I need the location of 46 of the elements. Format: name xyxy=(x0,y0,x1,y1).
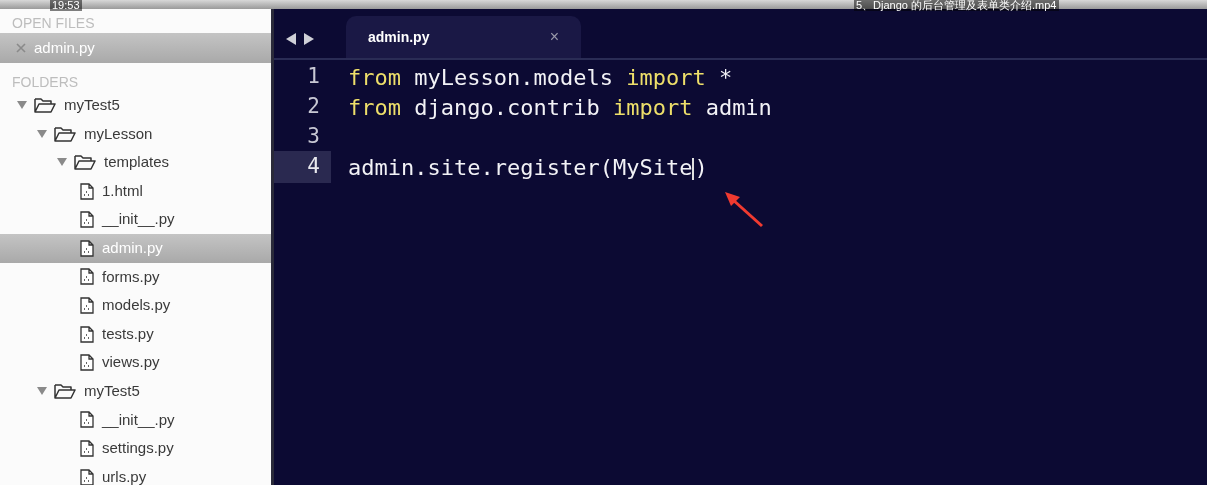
line-number: 2 xyxy=(306,93,321,121)
expanded-arrow-icon[interactable] xyxy=(56,157,68,168)
file-icon xyxy=(80,354,94,372)
folder-item[interactable]: myLesson xyxy=(0,119,271,149)
forward-arrow-icon[interactable] xyxy=(302,32,316,46)
close-tab-button[interactable]: × xyxy=(549,25,559,49)
file-item[interactable]: urls.py xyxy=(0,462,271,485)
file-icon xyxy=(80,439,94,457)
folder-icon xyxy=(34,97,56,114)
file-item[interactable]: models.py xyxy=(0,291,271,320)
code-line: from myLesson.models import * xyxy=(348,63,733,92)
file-item[interactable]: 1.html xyxy=(0,176,271,206)
line-number: 1 xyxy=(306,63,321,91)
folder-icon xyxy=(74,154,96,171)
folder-item[interactable]: myTest5 xyxy=(0,376,271,406)
expanded-arrow-icon[interactable] xyxy=(36,386,48,397)
line-number: 3 xyxy=(306,123,321,151)
expanded-arrow-icon[interactable] xyxy=(36,128,48,139)
file-item[interactable]: tests.py xyxy=(0,319,271,349)
file-icon xyxy=(80,182,94,200)
file-item[interactable]: settings.py xyxy=(0,434,271,463)
video-title: 5、Django 的后台管理及表单类介绍.mp4 xyxy=(854,0,1059,11)
editor-tab[interactable]: admin.py × xyxy=(346,16,581,58)
file-icon xyxy=(80,296,94,314)
section-heading: OPEN FILES xyxy=(11,14,96,33)
folder-icon xyxy=(54,125,76,142)
line-number: 4 xyxy=(274,151,331,183)
folder-icon xyxy=(54,383,76,400)
file-icon xyxy=(80,268,94,286)
file-item[interactable]: __init__.py xyxy=(0,405,271,435)
file-icon xyxy=(80,411,94,429)
back-arrow-icon[interactable] xyxy=(284,32,298,46)
pointer-arrow xyxy=(722,189,766,229)
close-icon[interactable] xyxy=(16,43,26,53)
section-heading: FOLDERS xyxy=(11,73,80,91)
folder-item[interactable]: myTest5 xyxy=(0,91,271,120)
file-item[interactable]: forms.py xyxy=(0,262,271,292)
file-item[interactable]: views.py xyxy=(0,348,271,377)
file-icon xyxy=(80,239,94,257)
file-icon xyxy=(80,325,94,343)
file-item[interactable]: __init__.py xyxy=(0,205,271,234)
code-line: from django.contrib import admin xyxy=(348,93,772,122)
file-icon xyxy=(80,211,94,229)
expanded-arrow-icon[interactable] xyxy=(16,100,28,111)
folder-item[interactable]: templates xyxy=(0,148,271,177)
code-line: admin.site.register(MySite) xyxy=(348,153,708,182)
